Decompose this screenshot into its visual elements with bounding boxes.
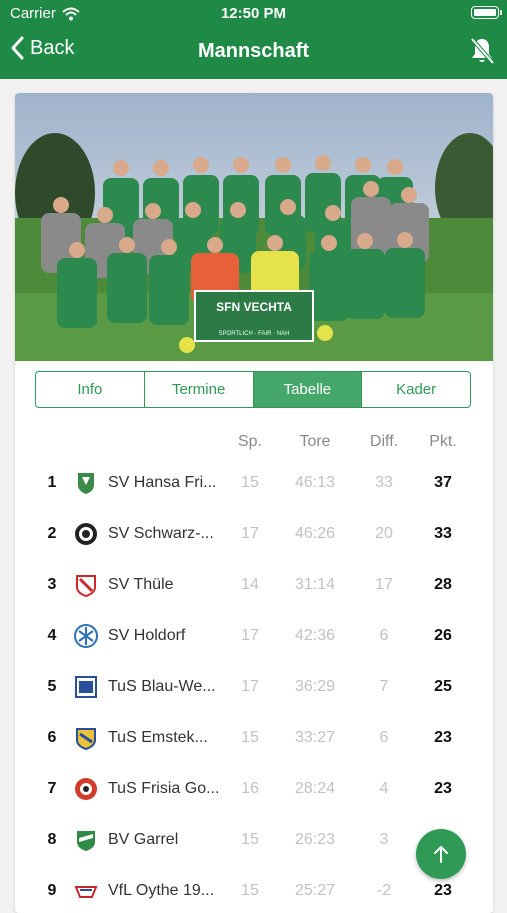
row-team: BV Garrel [108, 831, 179, 848]
navigation-bar: Back Mannschaft [0, 30, 507, 75]
table-row[interactable]: 5 TuS Blau-We... 17 36:29 7 25 [15, 676, 493, 729]
row-pkt: 25 [434, 678, 452, 695]
row-rank: 6 [47, 729, 57, 746]
row-pkt: 26 [434, 627, 452, 644]
table-row[interactable]: 7 TuS Frisia Go... 16 28:24 4 23 [15, 778, 493, 831]
row-tore: 26:23 [294, 831, 336, 848]
row-pkt: 37 [434, 474, 452, 491]
tab-termine[interactable]: Termine [145, 372, 254, 407]
row-diff: 6 [379, 729, 389, 746]
team-logo-icon [78, 473, 94, 494]
row-team: TuS Frisia Go... [108, 780, 220, 797]
row-rank: 7 [47, 780, 57, 797]
team-logo-icon [77, 831, 95, 851]
battery-icon [471, 6, 502, 19]
row-diff: 33 [375, 474, 393, 491]
row-diff: 17 [375, 576, 393, 593]
row-sp: 17 [241, 525, 259, 542]
team-logo-icon [76, 728, 96, 750]
notification-toggle[interactable] [469, 36, 495, 71]
row-diff: 6 [379, 627, 389, 644]
table-row[interactable]: 4 SV Holdorf 17 42:36 6 26 [15, 624, 493, 678]
row-rank: 5 [47, 678, 57, 695]
row-pkt: 23 [434, 729, 452, 746]
row-team: SV Thüle [108, 576, 174, 593]
tab-kader[interactable]: Kader [362, 372, 470, 407]
row-diff: 4 [379, 780, 389, 797]
row-sp: 17 [241, 678, 259, 695]
table-row[interactable]: 1 SV Hansa Fri... 15 46:13 33 37 [15, 473, 493, 525]
row-sp: 15 [241, 729, 259, 746]
row-diff: 20 [375, 525, 393, 542]
row-sp: 16 [241, 780, 259, 797]
table-row[interactable]: 2 SV Schwarz-... 17 46:26 20 33 [15, 523, 493, 576]
header-sp: Sp. [237, 433, 262, 450]
row-tore: 25:27 [294, 882, 336, 899]
bell-slash-icon [470, 37, 495, 65]
row-tore: 33:27 [294, 729, 336, 746]
row-tore: 31:14 [294, 576, 336, 593]
row-tore: 42:36 [294, 627, 336, 644]
arrow-up-icon [434, 846, 448, 863]
team-logo-icon [75, 778, 97, 800]
row-tore: 46:26 [294, 525, 336, 542]
row-rank: 9 [47, 882, 57, 899]
row-sp: 14 [241, 576, 259, 593]
team-card: SFN VECHTA SPORTLICH · FAIR · NAH Info T… [15, 93, 493, 913]
row-tore: 36:29 [294, 678, 336, 695]
team-logo-icon [74, 624, 98, 648]
row-pkt: 23 [434, 882, 452, 899]
row-team: VfL Oythe 19... [108, 882, 215, 899]
header-diff: Diff. [369, 433, 399, 450]
tab-tabelle[interactable]: Tabelle [253, 372, 363, 407]
row-sp: 15 [241, 882, 259, 899]
row-rank: 1 [47, 474, 57, 491]
row-team: SV Hansa Fri... [108, 474, 217, 491]
row-team: SV Holdorf [108, 627, 186, 644]
app-header: Carrier 12:50 PM Back Mannschaft [0, 0, 507, 79]
row-team: SV Schwarz-... [108, 525, 214, 542]
header-tore: Tore [299, 433, 331, 450]
table-header: Sp. Tore Diff. Pkt. [15, 433, 493, 457]
row-rank: 3 [47, 576, 57, 593]
banner-subtitle: SPORTLICH · FAIR · NAH [219, 331, 290, 337]
banner-title: SFN VECHTA [216, 300, 292, 314]
status-time: 12:50 PM [220, 5, 287, 22]
header-pkt: Pkt. [429, 433, 457, 450]
row-diff: 7 [379, 678, 389, 695]
team-logo-icon [74, 886, 98, 898]
row-pkt: 23 [434, 780, 452, 797]
section-tabs: Info Termine Tabelle Kader [35, 371, 471, 408]
team-logo-icon [75, 676, 97, 698]
row-sp: 17 [241, 627, 259, 644]
row-pkt: 28 [434, 576, 452, 593]
row-rank: 8 [47, 831, 57, 848]
team-logo-icon [76, 575, 96, 597]
tab-info[interactable]: Info [36, 372, 145, 407]
team-logo-icon [75, 523, 97, 545]
row-diff: 3 [379, 831, 389, 848]
row-team: TuS Emstek... [108, 729, 208, 746]
table-row[interactable]: 9 VfL Oythe 19... 15 25:27 -2 23 [15, 882, 493, 913]
row-sp: 15 [241, 474, 259, 491]
scroll-to-top-button[interactable] [416, 829, 466, 879]
row-team: TuS Blau-We... [108, 678, 216, 695]
table-row[interactable]: 6 TuS Emstek... 15 33:27 6 23 [15, 728, 493, 780]
team-photo: SFN VECHTA SPORTLICH · FAIR · NAH [15, 93, 493, 361]
table-row[interactable]: 3 SV Thüle 14 31:14 17 28 [15, 575, 493, 627]
row-tore: 28:24 [294, 780, 336, 797]
status-bar: Carrier 12:50 PM [0, 0, 507, 28]
row-rank: 2 [47, 525, 57, 542]
row-tore: 46:13 [294, 474, 336, 491]
row-sp: 15 [241, 831, 259, 848]
row-pkt: 33 [434, 525, 452, 542]
row-diff: -2 [376, 882, 392, 899]
row-rank: 4 [47, 627, 57, 644]
page-title: Mannschaft [197, 40, 310, 62]
